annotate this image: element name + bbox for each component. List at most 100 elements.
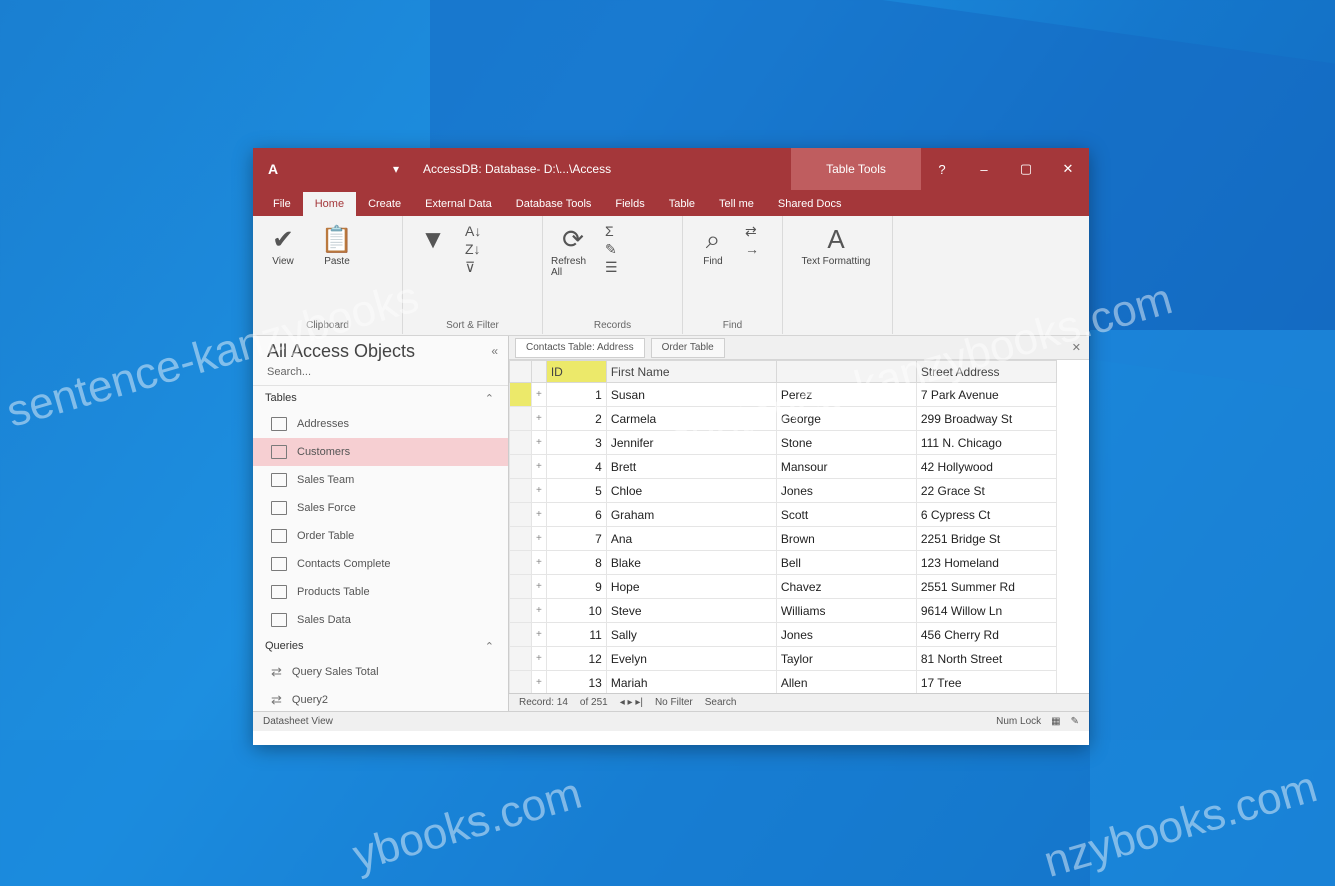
record-search-input[interactable]: Search [705, 697, 737, 708]
cell-id[interactable]: 9 [545, 574, 607, 599]
table-row[interactable]: +10 Steve Williams 9614 Willow Ln [509, 598, 1057, 623]
cell-last-name[interactable]: Perez [775, 382, 917, 407]
cell-street-address[interactable]: 456 Cherry Rd [915, 622, 1057, 647]
cell-first-name[interactable]: Sally [605, 622, 777, 647]
nav-item-table[interactable]: Sales Force [253, 494, 508, 522]
more-icon[interactable]: ☰ [605, 258, 618, 276]
filter-status[interactable]: No Filter [655, 697, 693, 708]
datasheet-view-icon[interactable]: ▦ [1051, 716, 1060, 727]
sort-descending-icon[interactable]: Z↓ [465, 240, 481, 258]
cell-first-name[interactable]: Graham [605, 502, 777, 527]
row-selector[interactable] [509, 598, 532, 623]
column-header-last-name[interactable] [775, 360, 917, 383]
expand-icon[interactable]: + [531, 454, 547, 479]
cell-first-name[interactable]: Susan [605, 382, 777, 407]
cell-first-name[interactable]: Steve [605, 598, 777, 623]
chevron-up-icon[interactable]: ⌃ [485, 392, 494, 405]
cell-street-address[interactable]: 6 Cypress Ct [915, 502, 1057, 527]
cell-first-name[interactable]: Carmela [605, 406, 777, 431]
select-all-cell[interactable] [509, 360, 532, 383]
help-icon[interactable]: ? [921, 148, 963, 190]
nav-item-query[interactable]: ⇄ Query2 [253, 686, 508, 714]
cell-street-address[interactable]: 42 Hollywood [915, 454, 1057, 479]
nav-item-table[interactable]: Sales Data [253, 606, 508, 634]
replace-icon[interactable]: ⇄ [745, 222, 759, 240]
cell-last-name[interactable]: Jones [775, 622, 917, 647]
expand-icon[interactable]: + [531, 478, 547, 503]
tab-create[interactable]: Create [356, 192, 413, 216]
cell-last-name[interactable]: Allen [775, 670, 917, 695]
cell-id[interactable]: 6 [545, 502, 607, 527]
refresh-all-button[interactable]: ⟳ Refresh All [551, 222, 595, 278]
table-row[interactable]: +3 Jennifer Stone 111 N. Chicago [509, 430, 1057, 455]
tab-document[interactable]: Contacts Table: Address [515, 337, 645, 358]
expand-icon[interactable]: + [531, 598, 547, 623]
quick-access-toolbar[interactable]: ▾ [293, 162, 413, 176]
nav-section-queries[interactable]: Queries ⌃ [253, 634, 508, 658]
column-header-street-address[interactable]: Street Address [915, 360, 1057, 383]
expand-icon[interactable]: + [531, 622, 547, 647]
tab-tell-me[interactable]: Tell me [707, 192, 766, 216]
cell-street-address[interactable]: 2551 Summer Rd [915, 574, 1057, 599]
sort-ascending-icon[interactable]: A↓ [465, 222, 481, 240]
nav-item-table[interactable]: Customers [253, 438, 508, 466]
tab-shared[interactable]: Shared Docs [766, 192, 854, 216]
cell-id[interactable]: 13 [545, 670, 607, 695]
cell-id[interactable]: 7 [545, 526, 607, 551]
expand-icon[interactable]: + [531, 502, 547, 527]
cell-last-name[interactable]: Chavez [775, 574, 917, 599]
cell-id[interactable]: 4 [545, 454, 607, 479]
cell-first-name[interactable]: Evelyn [605, 646, 777, 671]
table-row[interactable]: +13 Mariah Allen 17 Tree [509, 670, 1057, 695]
spelling-icon[interactable]: ✎ [605, 240, 618, 258]
filter-button[interactable]: ▼ [411, 222, 455, 256]
table-row[interactable]: +8 Blake Bell 123 Homeland [509, 550, 1057, 575]
cell-first-name[interactable]: Chloe [605, 478, 777, 503]
expand-icon[interactable]: + [531, 382, 547, 407]
tab-file[interactable]: File [261, 192, 303, 216]
nav-item-table[interactable]: Products Table [253, 578, 508, 606]
expand-icon[interactable]: + [531, 526, 547, 551]
cell-last-name[interactable]: George [775, 406, 917, 431]
table-row[interactable]: +7 Ana Brown 2251 Bridge St [509, 526, 1057, 551]
cell-last-name[interactable]: Brown [775, 526, 917, 551]
table-row[interactable]: +6 Graham Scott 6 Cypress Ct [509, 502, 1057, 527]
expand-icon[interactable]: + [531, 670, 547, 695]
cell-id[interactable]: 8 [545, 550, 607, 575]
row-selector[interactable] [509, 430, 532, 455]
row-selector[interactable] [509, 526, 532, 551]
cell-id[interactable]: 5 [545, 478, 607, 503]
nav-item-table[interactable]: Order Table [253, 522, 508, 550]
column-header-id[interactable]: ID [545, 360, 607, 383]
table-row[interactable]: +12 Evelyn Taylor 81 North Street [509, 646, 1057, 671]
cell-street-address[interactable]: 81 North Street [915, 646, 1057, 671]
cell-first-name[interactable]: Ana [605, 526, 777, 551]
paste-button[interactable]: 📋 Paste [315, 222, 359, 267]
cell-id[interactable]: 12 [545, 646, 607, 671]
cell-first-name[interactable]: Blake [605, 550, 777, 575]
row-selector[interactable] [509, 406, 532, 431]
close-icon[interactable]: ✕ [1072, 341, 1081, 354]
chevron-left-icon[interactable]: « [491, 344, 498, 358]
cell-last-name[interactable]: Scott [775, 502, 917, 527]
row-selector[interactable] [509, 550, 532, 575]
cell-first-name[interactable]: Brett [605, 454, 777, 479]
cell-last-name[interactable]: Mansour [775, 454, 917, 479]
cell-last-name[interactable]: Williams [775, 598, 917, 623]
totals-icon[interactable]: Σ [605, 222, 618, 240]
cell-first-name[interactable]: Jennifer [605, 430, 777, 455]
expand-icon[interactable]: + [531, 406, 547, 431]
expand-icon[interactable]: + [531, 646, 547, 671]
cell-street-address[interactable]: 17 Tree [915, 670, 1057, 695]
text-formatting-button[interactable]: A Text Formatting [791, 222, 881, 267]
nav-item-table[interactable]: Addresses [253, 410, 508, 438]
expand-icon[interactable]: + [531, 574, 547, 599]
expand-icon[interactable]: + [531, 430, 547, 455]
nav-arrows-icon[interactable]: ◂ ▸ ▸| [620, 697, 643, 708]
row-selector[interactable] [509, 382, 532, 407]
cell-first-name[interactable]: Hope [605, 574, 777, 599]
cell-street-address[interactable]: 2251 Bridge St [915, 526, 1057, 551]
cell-street-address[interactable]: 7 Park Avenue [915, 382, 1057, 407]
table-row[interactable]: +11 Sally Jones 456 Cherry Rd [509, 622, 1057, 647]
tab-external-data[interactable]: External Data [413, 192, 504, 216]
